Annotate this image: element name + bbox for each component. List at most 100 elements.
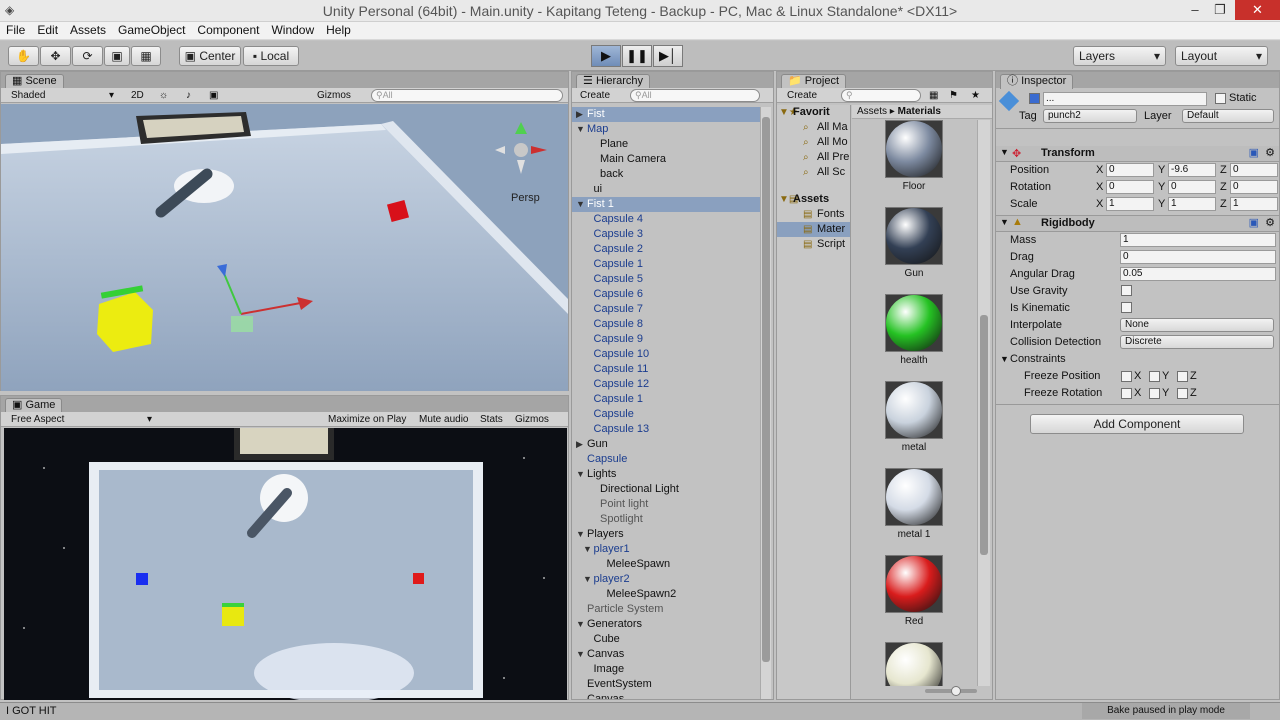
scale-z-field[interactable]: 1 (1230, 197, 1278, 211)
hierarchy-item[interactable]: Capsule 2 (572, 242, 760, 257)
menu-help[interactable]: Help (320, 22, 357, 39)
hierarchy-item[interactable]: MeleeSpawn (572, 557, 760, 572)
expand-arrow-icon[interactable]: ▼ (576, 527, 585, 542)
help-icon[interactable]: ▣ (1249, 146, 1259, 159)
hierarchy-item[interactable]: ▶ Fist (572, 107, 760, 122)
expand-arrow-icon[interactable]: ▼ (576, 617, 585, 632)
hierarchy-item[interactable]: Spotlight (572, 512, 760, 527)
active-checkbox[interactable] (1029, 93, 1040, 104)
maximize-icon[interactable]: ❐ (1205, 0, 1235, 20)
project-search-input[interactable]: ⚲ (841, 89, 921, 102)
breadcrumb-assets[interactable]: Assets (857, 106, 887, 117)
hierarchy-item[interactable]: Capsule 5 (572, 272, 760, 287)
hierarchy-item[interactable]: Image (572, 662, 760, 677)
hierarchy-item[interactable]: Capsule (572, 407, 760, 422)
expand-arrow-icon[interactable]: ▼ (576, 122, 585, 137)
angular-drag-field[interactable]: 0.05 (1120, 267, 1276, 281)
transform-header[interactable]: ▼ ✥ Transform ▣ ⚙ (996, 146, 1279, 162)
menu-component[interactable]: Component (191, 22, 265, 39)
expand-arrow-icon[interactable]: ▼ (576, 647, 585, 662)
hierarchy-item[interactable]: Capsule 7 (572, 302, 760, 317)
aspect-dropdown[interactable]: Free Aspect (11, 413, 64, 426)
stats-toggle[interactable]: Stats (480, 413, 503, 426)
thumbnail-size-slider[interactable] (925, 686, 977, 696)
project-tree-item[interactable]: ▤ Fonts (777, 207, 850, 222)
expand-arrow-icon[interactable]: ▶ (576, 107, 583, 122)
hierarchy-item[interactable]: Capsule 10 (572, 347, 760, 362)
hierarchy-item[interactable]: Capsule 1 (572, 392, 760, 407)
lighting-icon[interactable]: ☼ (159, 89, 168, 102)
tab-project[interactable]: 📁 Project (781, 74, 847, 89)
hierarchy-item[interactable]: EventSystem (572, 677, 760, 692)
project-tree-item[interactable]: ⌕ All Ma (777, 120, 850, 135)
is-kinematic-checkbox[interactable] (1121, 302, 1132, 313)
project-tree-item[interactable]: ⌕ All Sc (777, 165, 850, 180)
scale-y-field[interactable]: 1 (1168, 197, 1216, 211)
layout-dropdown[interactable]: Layout ▾ (1175, 46, 1268, 66)
hierarchy-item[interactable]: Capsule 6 (572, 287, 760, 302)
hierarchy-search-input[interactable]: ⚲All (630, 89, 760, 102)
hierarchy-item[interactable]: ▼ player1 (572, 542, 760, 557)
hierarchy-item[interactable]: Main Camera (572, 152, 760, 167)
hierarchy-item[interactable]: Capsule (572, 452, 760, 467)
move-gizmo-center[interactable] (231, 316, 253, 332)
collision-detection-dropdown[interactable]: Discrete (1120, 335, 1274, 349)
expand-arrow-icon[interactable]: ▶ (576, 437, 583, 452)
hierarchy-item[interactable]: Capsule 4 (572, 212, 760, 227)
gear-icon[interactable]: ⚙ (1265, 146, 1275, 159)
project-tree-item[interactable]: ▼▤ Assets (777, 192, 850, 207)
object-name-field[interactable]: ... (1043, 92, 1207, 106)
pause-button[interactable]: ❚❚ (622, 45, 652, 67)
filter-type-icon[interactable]: ▦ (929, 89, 938, 102)
gear-icon[interactable]: ⚙ (1265, 216, 1275, 229)
menu-assets[interactable]: Assets (64, 22, 112, 39)
hierarchy-item[interactable]: Canvas (572, 692, 760, 699)
material-thumbnail[interactable] (885, 468, 943, 526)
hierarchy-item[interactable]: Cube (572, 632, 760, 647)
hand-tool-button[interactable]: ✋ (8, 46, 39, 66)
audio-icon[interactable]: ♪ (186, 89, 191, 102)
hierarchy-item[interactable]: ▼ Canvas (572, 647, 760, 662)
move-tool-button[interactable]: ✥ (40, 46, 71, 66)
rotation-x-field[interactable]: 0 (1106, 180, 1154, 194)
rigidbody-header[interactable]: ▼ ▲ Rigidbody ▣ ⚙ (996, 215, 1279, 232)
hierarchy-item[interactable]: Capsule 8 (572, 317, 760, 332)
tab-game[interactable]: ▣ Game (5, 398, 63, 413)
hierarchy-item[interactable]: ▼ player2 (572, 572, 760, 587)
freeze-rotation-x-checkbox[interactable] (1121, 388, 1132, 399)
step-button[interactable]: ▶│ (653, 45, 683, 67)
freeze-position-x-checkbox[interactable] (1121, 371, 1132, 382)
pivot-center-button[interactable]: ▣ Center (179, 46, 241, 66)
hierarchy-item[interactable]: ▼ Players (572, 527, 760, 542)
breadcrumb-materials[interactable]: Materials (898, 106, 941, 117)
shading-dropdown[interactable]: Shaded (11, 89, 45, 102)
rotate-tool-button[interactable]: ⟳ (72, 46, 103, 66)
position-z-field[interactable]: 0 (1230, 163, 1278, 177)
favorite-star-icon[interactable]: ★ (971, 89, 980, 102)
hierarchy-item[interactable]: Capsule 12 (572, 377, 760, 392)
hierarchy-item[interactable]: ▶ Gun (572, 437, 760, 452)
maximize-on-play-toggle[interactable]: Maximize on Play (328, 413, 406, 426)
freeze-rotation-z-checkbox[interactable] (1177, 388, 1188, 399)
expand-arrow-icon[interactable]: ▼ (583, 542, 592, 557)
mass-field[interactable]: 1 (1120, 233, 1276, 247)
freeze-rotation-y-checkbox[interactable] (1149, 388, 1160, 399)
close-icon[interactable]: ✕ (1235, 0, 1280, 20)
hierarchy-item[interactable]: ▼ Map (572, 122, 760, 137)
hierarchy-item[interactable]: ▼ Fist 1 (572, 197, 760, 212)
hierarchy-item[interactable]: Directional Light (572, 482, 760, 497)
rotation-y-field[interactable]: 0 (1168, 180, 1216, 194)
freeze-position-y-checkbox[interactable] (1149, 371, 1160, 382)
hierarchy-item[interactable]: Capsule 11 (572, 362, 760, 377)
project-tree-item[interactable]: ▤ Script (777, 237, 850, 252)
rect-tool-button[interactable]: ▦ (131, 46, 161, 66)
layer-dropdown[interactable]: Default (1182, 109, 1274, 123)
help-icon[interactable]: ▣ (1249, 216, 1259, 229)
material-thumbnail[interactable] (885, 207, 943, 265)
project-tree-item[interactable]: ⌕ All Mo (777, 135, 850, 150)
menu-edit[interactable]: Edit (31, 22, 64, 39)
2d-toggle[interactable]: 2D (131, 89, 144, 102)
project-tree-item[interactable]: ▼★ Favorit (777, 105, 850, 120)
add-component-button[interactable]: Add Component (1030, 414, 1244, 434)
position-y-field[interactable]: -9.6 (1168, 163, 1216, 177)
